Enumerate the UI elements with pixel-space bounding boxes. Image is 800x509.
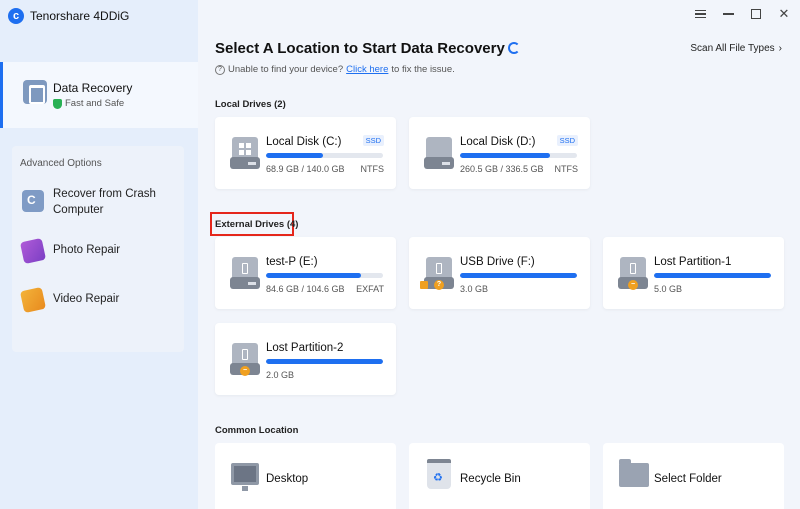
sidebar-item-sublabel: Fast and Safe <box>53 98 124 109</box>
sidebar-item-data-recovery[interactable]: Data Recovery Fast and Safe <box>0 62 198 128</box>
drive-card-usb-f[interactable]: ? USB Drive (F:) 3.0 GB <box>409 237 590 309</box>
drive-name: Lost Partition-1 <box>654 256 732 268</box>
hard-drive-icon <box>230 137 260 169</box>
usb-drive-icon: − <box>230 343 260 376</box>
drive-name: USB Drive (F:) <box>460 256 535 268</box>
drive-usage-bar <box>266 359 383 364</box>
drive-name: test-P (E:) <box>266 256 318 268</box>
computer-crash-icon <box>22 190 44 212</box>
sidebar-item-label: Data Recovery <box>53 81 133 95</box>
drive-filesystem: NTFS <box>554 164 579 174</box>
device-hint: ? Unable to find your device? Click here… <box>215 64 455 75</box>
drive-size: 84.6 GB / 104.6 GB <box>266 284 345 294</box>
drive-usage-bar <box>460 153 577 158</box>
usb-drive-icon: ? <box>420 257 454 290</box>
drive-card-local-d[interactable]: Local Disk (D:) SSD 260.5 GB / 336.5 GB … <box>409 117 590 189</box>
recycle-bin-icon <box>427 459 451 489</box>
advanced-options-panel: Advanced Options Recover from Crash Comp… <box>12 146 184 352</box>
sidebar-item-label: Recover from Crash Computer <box>53 188 156 216</box>
minimize-icon[interactable] <box>720 6 736 22</box>
sidebar-item-subtext: Fast and Safe <box>65 98 125 109</box>
common-location-title: Common Location <box>215 425 299 436</box>
drive-size: 3.0 GB <box>460 284 489 294</box>
drive-size: 5.0 GB <box>654 284 683 294</box>
drive-type-badge: SSD <box>556 135 578 146</box>
question-icon: ? <box>215 64 225 75</box>
drive-size: 2.0 GB <box>266 370 295 380</box>
logo-icon: c <box>8 8 24 24</box>
usb-drive-icon <box>230 257 260 289</box>
window-controls: ✕ <box>692 6 792 22</box>
usb-drive-icon: − <box>618 257 648 290</box>
location-desktop[interactable]: Desktop <box>215 443 396 509</box>
data-recovery-icon <box>23 80 47 104</box>
sidebar: c Tenorshare 4DDiG Data Recovery Fast an… <box>0 0 198 509</box>
advanced-options-title: Advanced Options <box>20 158 102 169</box>
external-drives-title: External Drives (4) <box>215 219 299 230</box>
video-repair-icon <box>19 286 47 314</box>
location-label: Desktop <box>266 473 309 485</box>
chevron-right-icon: › <box>778 43 782 54</box>
shield-icon <box>53 98 62 109</box>
lock-icon <box>420 281 428 289</box>
location-label: Recycle Bin <box>460 473 521 485</box>
lost-partition-badge-icon: − <box>628 280 638 290</box>
drive-filesystem: NTFS <box>360 164 385 174</box>
close-icon[interactable]: ✕ <box>776 6 792 22</box>
click-here-link[interactable]: Click here <box>346 64 388 75</box>
drive-name: Lost Partition-2 <box>266 342 344 354</box>
drive-name: Local Disk (D:) <box>460 136 536 148</box>
folder-icon <box>619 459 649 487</box>
hard-drive-icon <box>424 137 454 169</box>
hint-text: Unable to find your device? <box>228 64 344 75</box>
menu-icon[interactable] <box>692 6 708 22</box>
local-drives-title: Local Drives (2) <box>215 99 286 110</box>
desktop-icon <box>231 463 259 491</box>
drive-usage-bar <box>460 273 577 278</box>
sidebar-item-photo-repair[interactable]: Photo Repair <box>12 237 184 265</box>
drive-usage-bar <box>654 273 771 278</box>
drive-size: 68.9 GB / 140.0 GB <box>266 164 345 174</box>
drive-type-badge: SSD <box>362 135 384 146</box>
drive-card-lost-partition-1[interactable]: − Lost Partition-1 5.0 GB <box>603 237 784 309</box>
main-panel: ✕ Select A Location to Start Data Recove… <box>198 0 800 509</box>
location-select-folder[interactable]: Select Folder <box>603 443 784 509</box>
drive-card-local-c[interactable]: Local Disk (C:) SSD 68.9 GB / 140.0 GB N… <box>215 117 396 189</box>
sidebar-item-video-repair[interactable]: Video Repair <box>12 286 184 314</box>
drive-size: 260.5 GB / 336.5 GB <box>460 164 544 174</box>
app-logo: c Tenorshare 4DDiG <box>8 8 129 24</box>
sidebar-item-crash-computer[interactable]: Recover from Crash Computer <box>12 186 184 220</box>
scan-all-file-types-button[interactable]: Scan All File Types › <box>690 43 782 54</box>
maximize-icon[interactable] <box>748 6 764 22</box>
drive-name: Local Disk (C:) <box>266 136 342 148</box>
scan-all-label: Scan All File Types <box>690 43 775 54</box>
drive-usage-bar <box>266 273 383 278</box>
page-title: Select A Location to Start Data Recovery <box>215 40 505 57</box>
sidebar-item-label: Video Repair <box>53 293 120 305</box>
drive-filesystem: EXFAT <box>356 284 384 294</box>
warning-badge-icon: ? <box>434 280 444 290</box>
drive-usage-bar <box>266 153 383 158</box>
location-label: Select Folder <box>654 473 722 485</box>
sidebar-item-label: Photo Repair <box>53 244 121 256</box>
lost-partition-badge-icon: − <box>240 366 250 376</box>
drive-card-test-p[interactable]: test-P (E:) 84.6 GB / 104.6 GB EXFAT <box>215 237 396 309</box>
app-title: Tenorshare 4DDiG <box>30 9 130 23</box>
refresh-icon[interactable] <box>508 42 520 54</box>
drive-card-lost-partition-2[interactable]: − Lost Partition-2 2.0 GB <box>215 323 396 395</box>
location-recycle-bin[interactable]: Recycle Bin <box>409 443 590 509</box>
photo-repair-icon <box>19 237 47 265</box>
hint-suffix: to fix the issue. <box>391 64 455 75</box>
